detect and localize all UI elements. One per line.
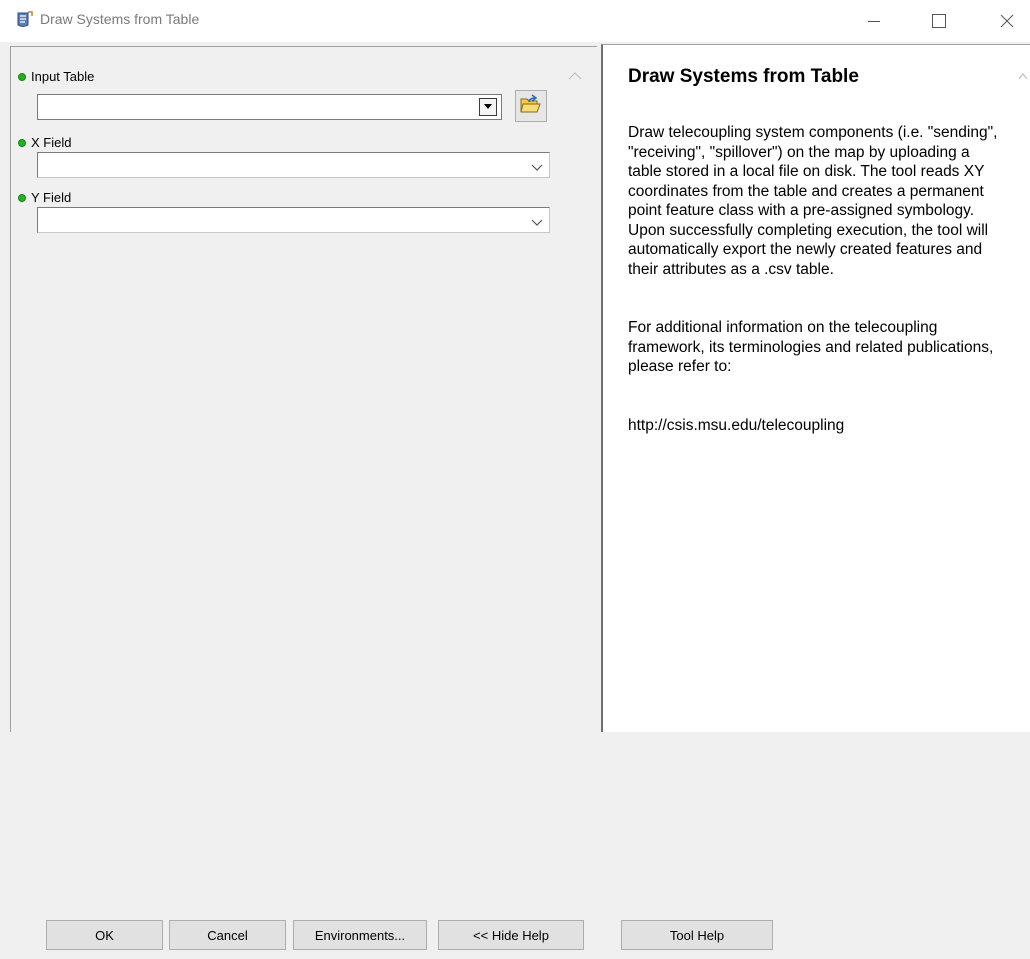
script-tool-icon bbox=[14, 10, 34, 30]
parameters-panel bbox=[10, 46, 597, 732]
maximize-button[interactable] bbox=[916, 0, 962, 42]
x-field-combo[interactable] bbox=[37, 152, 550, 178]
help-panel: Draw Systems from Table Draw telecouplin… bbox=[601, 44, 1030, 732]
help-reference-text: For additional information on the teleco… bbox=[628, 319, 994, 375]
environments-button[interactable]: Environments... bbox=[293, 920, 427, 950]
tool-help-button[interactable]: Tool Help bbox=[621, 920, 773, 950]
scroll-up-icon[interactable] bbox=[568, 70, 582, 85]
dropdown-arrow-icon[interactable] bbox=[479, 98, 497, 116]
help-title: Draw Systems from Table bbox=[628, 66, 859, 87]
input-table-label: Input Table bbox=[18, 69, 94, 84]
title-bar: Draw Systems from Table bbox=[0, 0, 1030, 42]
required-indicator-icon bbox=[18, 138, 26, 147]
minimize-button[interactable] bbox=[851, 0, 897, 42]
input-table-combo[interactable] bbox=[37, 94, 502, 120]
x-field-label: X Field bbox=[18, 135, 71, 150]
help-description: Draw telecoupling system components (i.e… bbox=[628, 124, 998, 278]
help-link[interactable]: http://csis.msu.edu/telecoupling bbox=[628, 416, 998, 436]
help-scroll-up-icon[interactable] bbox=[1018, 70, 1028, 85]
chevron-down-icon[interactable] bbox=[531, 161, 543, 176]
ok-button[interactable]: OK bbox=[46, 920, 163, 950]
y-field-combo[interactable] bbox=[37, 207, 550, 233]
required-indicator-icon bbox=[18, 72, 26, 81]
hide-help-button[interactable]: << Hide Help bbox=[438, 920, 584, 950]
close-button[interactable] bbox=[984, 0, 1030, 42]
cancel-button[interactable]: Cancel bbox=[169, 920, 286, 950]
required-indicator-icon bbox=[18, 193, 26, 202]
open-folder-icon bbox=[520, 94, 542, 118]
window-title: Draw Systems from Table bbox=[40, 11, 200, 27]
y-field-label: Y Field bbox=[18, 190, 71, 205]
chevron-down-icon[interactable] bbox=[531, 216, 543, 231]
help-body: Draw telecoupling system components (i.e… bbox=[628, 123, 998, 474]
browse-folder-button[interactable] bbox=[515, 90, 547, 122]
